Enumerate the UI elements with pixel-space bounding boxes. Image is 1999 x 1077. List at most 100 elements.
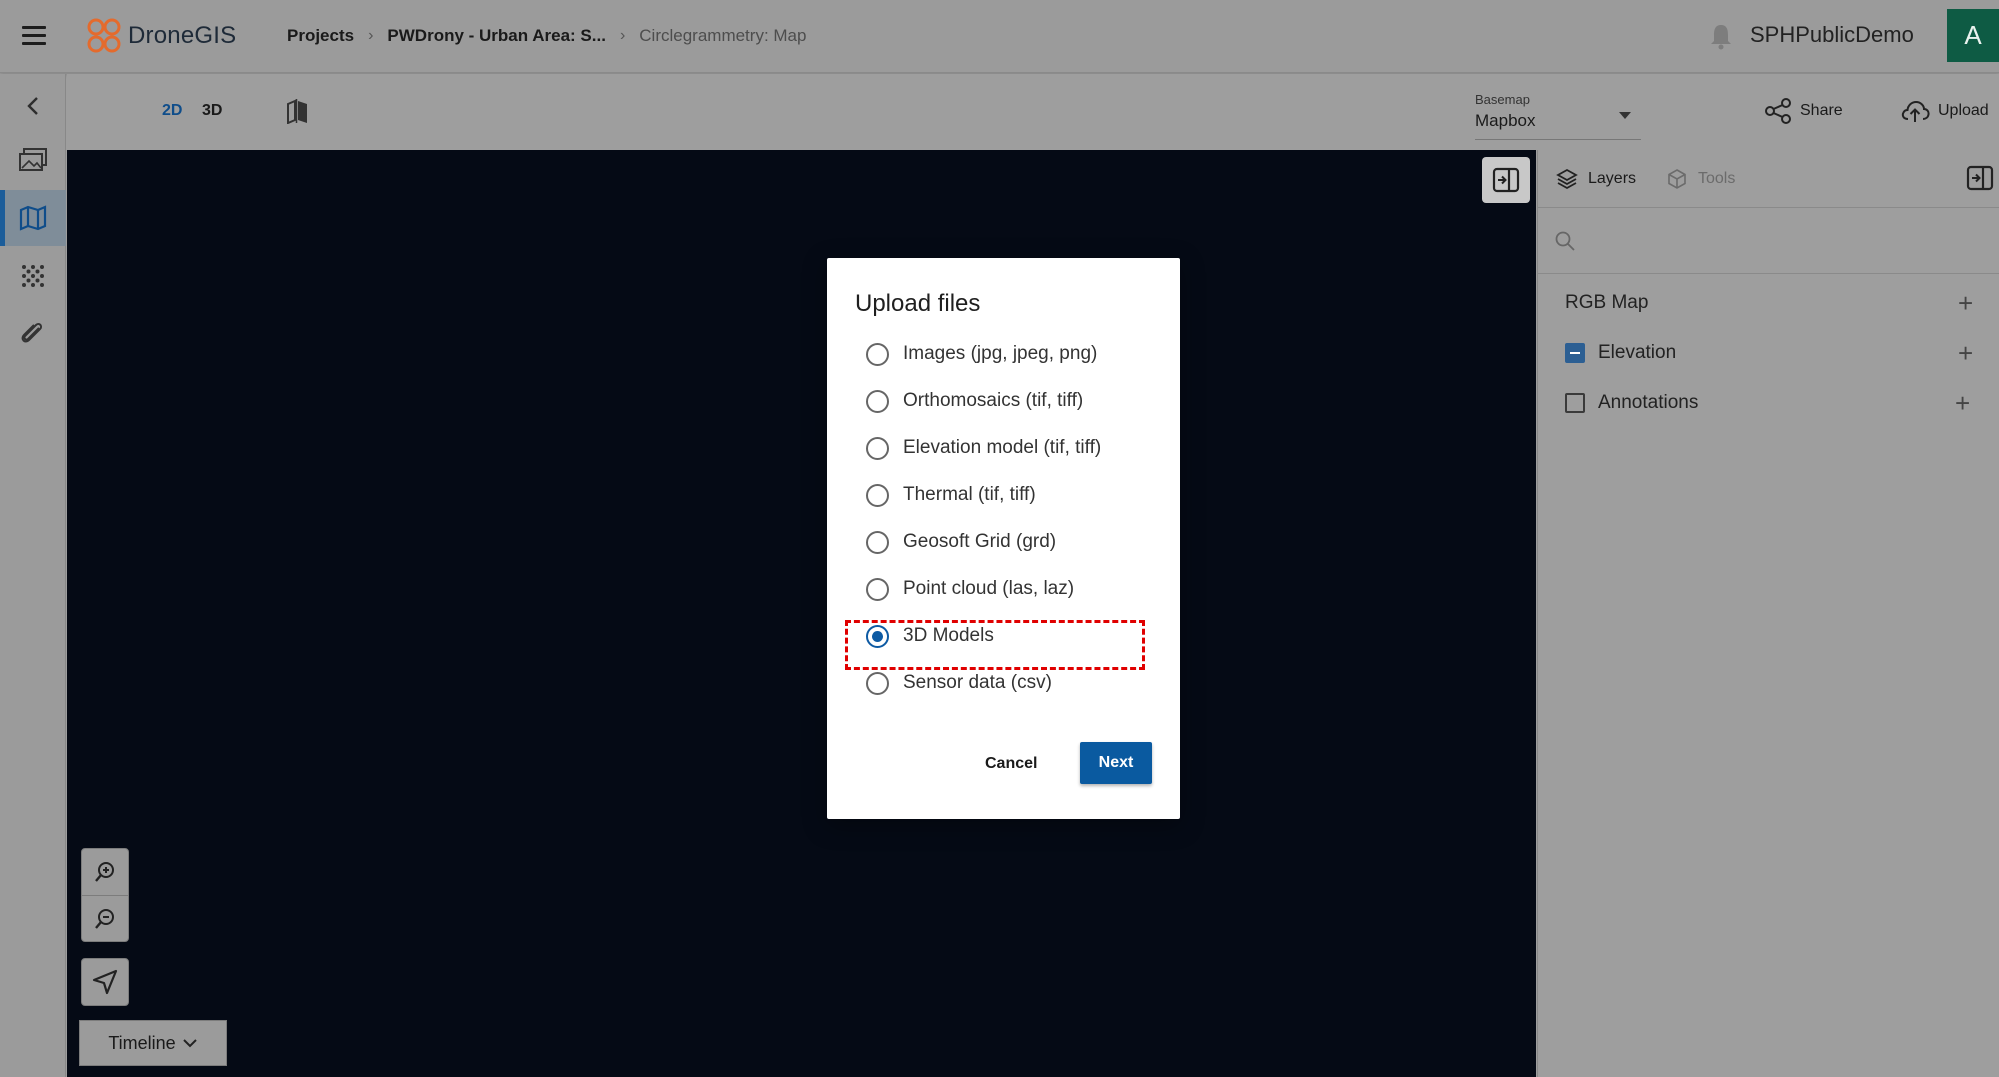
option-elevation-model[interactable]: Elevation model (tif, tiff) — [866, 433, 1101, 463]
option-label: Orthomosaics (tif, tiff) — [903, 390, 1084, 411]
elevation-checkbox[interactable] — [1565, 343, 1585, 363]
menu-icon[interactable] — [22, 26, 46, 46]
navigation-arrow-icon — [92, 969, 118, 995]
basemap-label: Basemap — [1475, 92, 1530, 107]
layer-row-annotations[interactable]: Annotations + — [1538, 378, 1999, 428]
timeline-label: Timeline — [108, 1032, 176, 1053]
layers-icon — [1556, 168, 1578, 190]
basemap-select[interactable]: Basemap Mapbox — [1475, 92, 1641, 140]
tab-tools[interactable]: Tools — [1666, 168, 1735, 190]
add-icon[interactable]: + — [1958, 290, 1973, 316]
upload-label: Upload — [1938, 102, 1989, 119]
caret-down-icon — [1619, 112, 1631, 119]
chevron-left-icon — [27, 97, 38, 115]
zoom-controls — [81, 848, 129, 942]
layers-panel: Layers Tools RGB Map + Elevation + Annot… — [1537, 150, 1999, 1077]
option-label: Point cloud (las, laz) — [903, 578, 1075, 599]
dronegis-logo-icon — [87, 18, 121, 53]
option-label: Sensor data (csv) — [903, 672, 1052, 693]
map-canvas[interactable] — [67, 150, 1536, 1077]
upload-button[interactable]: Upload — [1900, 98, 1989, 124]
point-grid-icon — [22, 265, 44, 287]
option-point-cloud[interactable]: Point cloud (las, laz) — [866, 574, 1074, 604]
basemap-value: Mapbox — [1475, 111, 1536, 130]
layer-row-elevation[interactable]: Elevation + — [1538, 328, 1999, 378]
radio-button[interactable] — [866, 483, 889, 507]
collapse-rail-button[interactable] — [0, 78, 66, 134]
top-bar: DroneGIS Projects › PWDrony - Urban Area… — [0, 0, 1999, 73]
radio-button[interactable] — [866, 436, 889, 460]
option-thermal[interactable]: Thermal (tif, tiff) — [866, 480, 1036, 510]
option-label: Elevation model (tif, tiff) — [903, 437, 1102, 458]
option-label: Geosoft Grid (grd) — [903, 531, 1057, 552]
option-orthomosaics[interactable]: Orthomosaics (tif, tiff) — [866, 386, 1083, 416]
zoom-out-icon — [95, 908, 114, 929]
chevron-down-icon — [182, 1039, 197, 1048]
selection-highlight — [845, 620, 1145, 670]
radio-button[interactable] — [866, 342, 889, 366]
next-button[interactable]: Next — [1080, 742, 1152, 784]
app-name: DroneGIS — [128, 22, 237, 49]
left-rail — [0, 74, 66, 1077]
layer-search[interactable] — [1538, 208, 1999, 274]
split-panel-icon[interactable] — [1966, 164, 1994, 192]
add-icon[interactable]: + — [1955, 390, 1970, 416]
chevron-right-icon: › — [368, 27, 374, 44]
cancel-button[interactable]: Cancel — [975, 746, 1047, 782]
share-label: Share — [1800, 102, 1843, 119]
mode-3d-button[interactable]: 3D — [202, 102, 222, 120]
user-name[interactable]: SPHPublicDemo — [1750, 22, 1914, 48]
option-label: Images (jpg, jpeg, png) — [903, 343, 1098, 364]
cube-icon — [1668, 169, 1686, 189]
app-logo[interactable]: DroneGIS — [86, 16, 236, 56]
zoom-out-button[interactable] — [82, 895, 128, 941]
annotations-checkbox[interactable] — [1565, 393, 1585, 413]
share-button[interactable]: Share — [1764, 98, 1843, 124]
breadcrumb-projects[interactable]: Projects — [287, 26, 354, 46]
breadcrumb-project[interactable]: PWDrony - Urban Area: S... — [387, 26, 606, 46]
cloud-upload-icon — [1901, 100, 1930, 122]
layer-label: Annotations — [1598, 392, 1699, 413]
paperclip-icon — [21, 322, 43, 343]
option-label: Thermal (tif, tiff) — [903, 484, 1036, 505]
avatar[interactable]: A — [1947, 9, 1999, 62]
mode-2d-button[interactable]: 2D — [162, 102, 182, 120]
chevron-right-icon: › — [619, 27, 626, 44]
panel-tabs: Layers Tools — [1538, 150, 1999, 208]
layer-group-rgb-map[interactable]: RGB Map + — [1538, 278, 1999, 328]
add-icon[interactable]: + — [1958, 340, 1973, 366]
zoom-in-button[interactable] — [82, 849, 128, 895]
rail-item-points[interactable] — [0, 248, 66, 304]
timeline-button[interactable]: Timeline — [79, 1020, 227, 1066]
option-images[interactable]: Images (jpg, jpeg, png) — [866, 339, 1097, 369]
tab-layers-label: Layers — [1588, 170, 1637, 187]
locate-button[interactable] — [81, 958, 129, 1006]
radio-button[interactable] — [866, 530, 889, 554]
tab-tools-label: Tools — [1698, 170, 1736, 187]
radio-button[interactable] — [866, 389, 889, 413]
breadcrumb-current: Circlegrammetry: Map — [639, 26, 807, 45]
option-geosoft-grid[interactable]: Geosoft Grid (grd) — [866, 527, 1056, 557]
layer-label: Elevation — [1598, 342, 1677, 363]
split-view-button[interactable] — [1482, 157, 1530, 203]
compare-icon[interactable] — [285, 98, 311, 124]
map-toolbar: 2D 3D Basemap Mapbox Share Upload — [67, 74, 1999, 149]
share-icon — [1765, 98, 1791, 124]
radio-button[interactable] — [866, 577, 889, 601]
tab-layers[interactable]: Layers — [1556, 168, 1636, 190]
search-icon — [1555, 231, 1575, 251]
layer-group-label: RGB Map — [1565, 292, 1649, 313]
option-sensor-data[interactable]: Sensor data (csv) — [866, 668, 1052, 698]
rail-item-map[interactable] — [0, 190, 66, 246]
map-icon — [19, 205, 47, 231]
split-panel-icon — [1492, 167, 1520, 193]
breadcrumb: Projects › PWDrony - Urban Area: S... › … — [287, 26, 806, 46]
zoom-in-icon — [95, 862, 114, 882]
rail-item-attachments[interactable] — [0, 306, 66, 362]
rail-item-gallery[interactable] — [0, 132, 66, 188]
radio-button[interactable] — [866, 671, 889, 695]
bell-icon[interactable] — [1708, 22, 1734, 50]
upload-files-dialog: Upload files Images (jpg, jpeg, png) Ort… — [827, 258, 1180, 819]
images-icon — [19, 148, 47, 171]
dialog-title: Upload files — [855, 290, 981, 317]
